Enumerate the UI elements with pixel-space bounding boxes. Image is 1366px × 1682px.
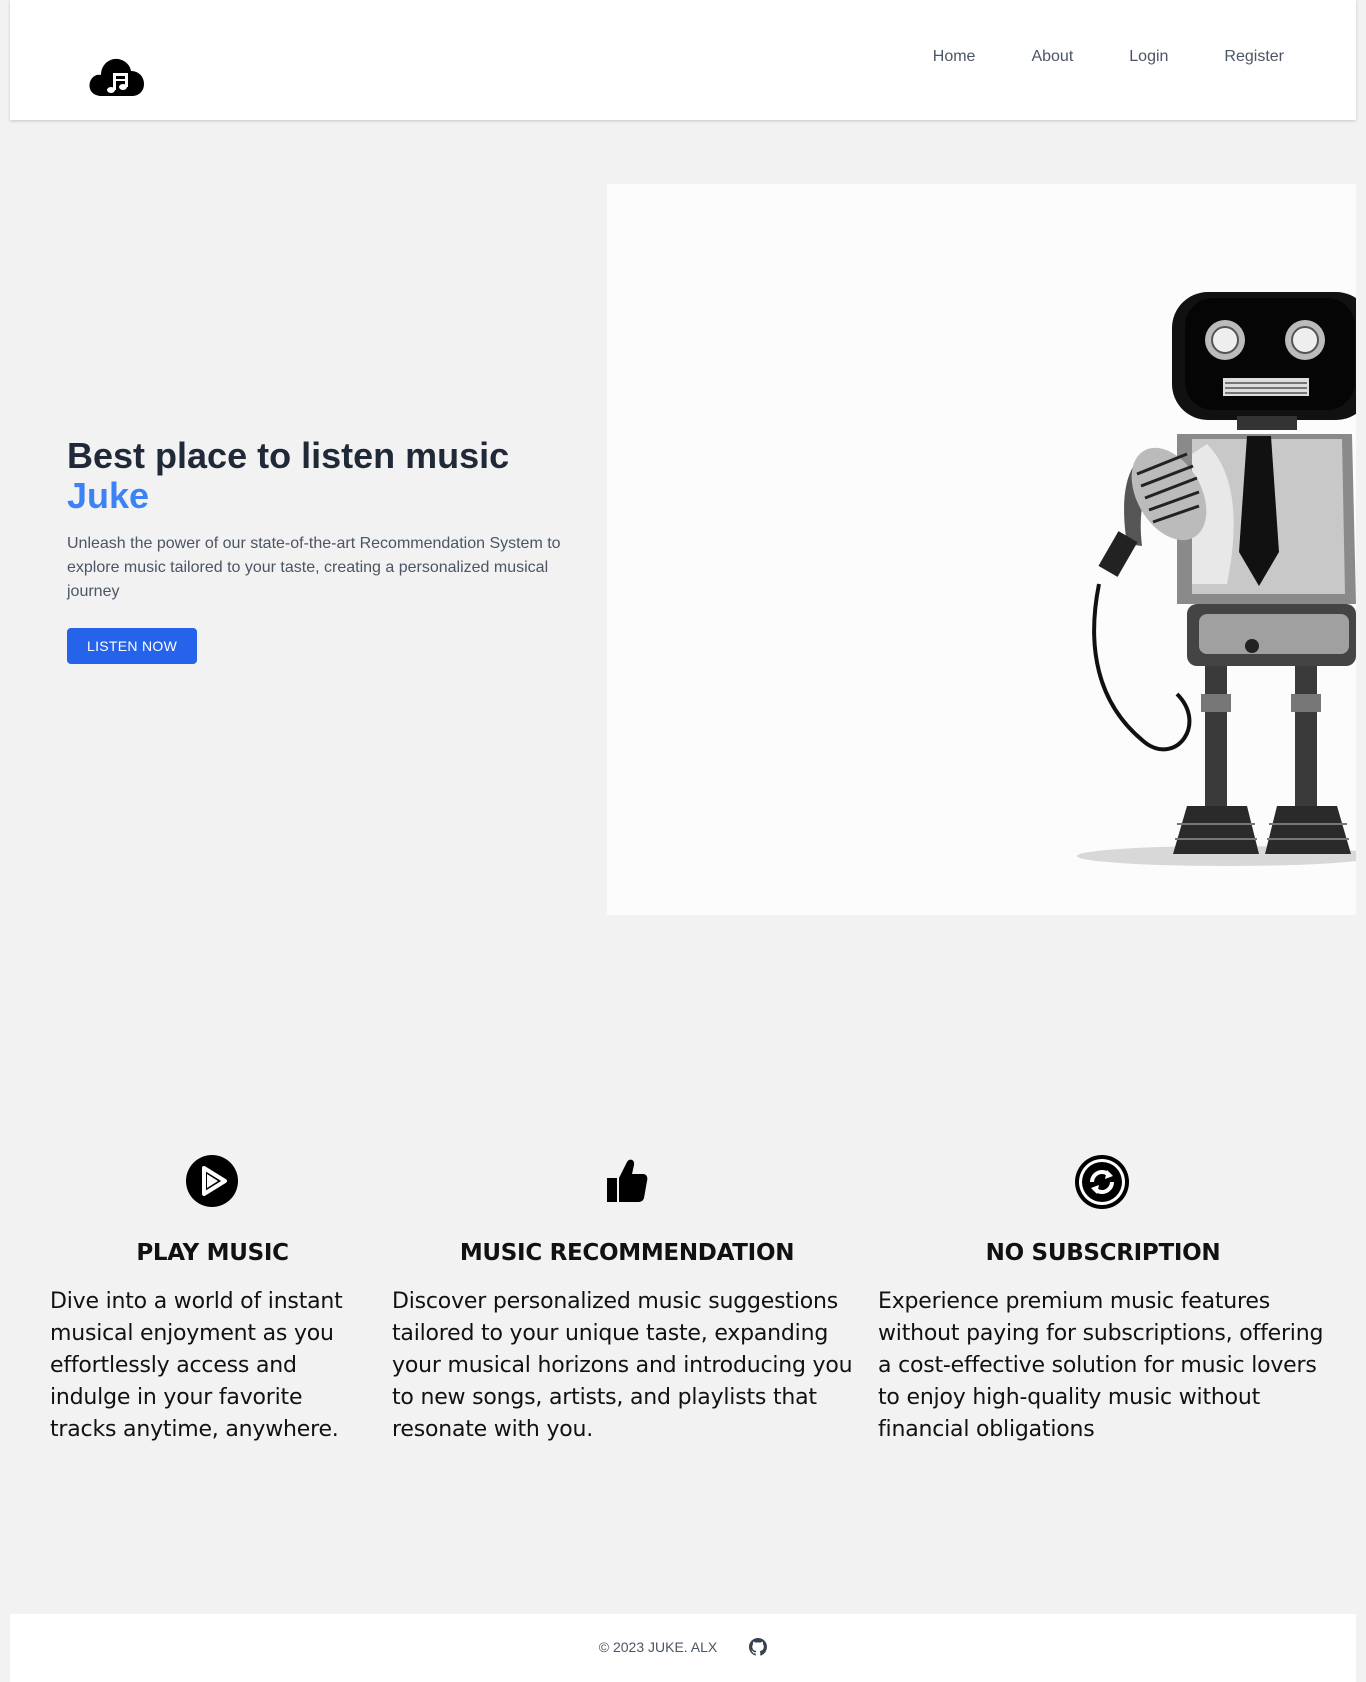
thumbs-up-icon (605, 1156, 661, 1212)
hero-title-text: Best place to listen music (67, 435, 510, 476)
no-subscription-icon (1074, 1154, 1130, 1210)
hero-description: Unleash the power of our state-of-the-ar… (67, 535, 561, 600)
github-icon[interactable] (749, 1638, 768, 1656)
feature-description: Discover personalized music suggestions … (392, 1289, 853, 1442)
feature-title: NO SUBSCRIPTION (985, 1240, 1221, 1266)
nav-login-link[interactable]: Login (1129, 48, 1168, 66)
nav-about-link[interactable]: About (1031, 48, 1073, 66)
nav-links: Home About Login Register (877, 48, 1284, 66)
feature-title: PLAY MUSIC (136, 1240, 289, 1266)
nav-home-link[interactable]: Home (933, 48, 976, 66)
play-circle-icon (185, 1154, 241, 1210)
feature-description: Dive into a world of instant musical enj… (50, 1289, 343, 1442)
navbar: Home About Login Register (10, 0, 1356, 120)
hero-section: Best place to listen music Juke Unleash … (67, 436, 587, 664)
feature-title: MUSIC RECOMMENDATION (459, 1240, 795, 1266)
robot-microphone-image (607, 184, 1356, 915)
nav-register-link[interactable]: Register (1224, 48, 1284, 66)
feature-description: Experience premium music features withou… (878, 1289, 1324, 1442)
hero-brand-name: Juke (67, 475, 150, 516)
hero-title: Best place to listen music Juke (67, 436, 587, 516)
listen-now-button[interactable]: LISTEN NOW (67, 628, 198, 664)
cloud-music-icon[interactable] (88, 52, 146, 98)
footer: © 2023 JUKE. ALX (10, 1614, 1356, 1682)
copyright-text: © 2023 JUKE. ALX (598, 1639, 718, 1655)
